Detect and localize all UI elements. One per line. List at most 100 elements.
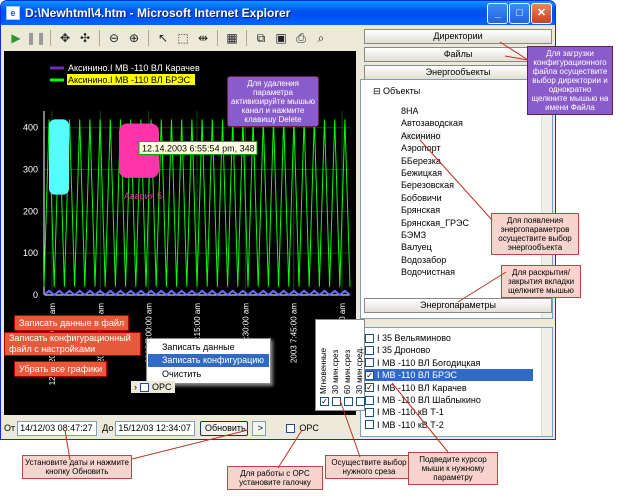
title-bar[interactable]: e D:\Newhtml\4.htm - Microsoft Internet …	[1, 1, 555, 25]
slice-label: 30 мин.сред.	[355, 346, 364, 394]
tree-item[interactable]: Березовская	[401, 180, 454, 190]
param-label: I МВ -110 кВ Т-1	[377, 407, 444, 418]
tree-item[interactable]: Автозаводская	[401, 118, 463, 128]
files-tab[interactable]: Файлы	[364, 47, 552, 62]
minimize-button[interactable]: _	[487, 3, 508, 24]
slice-label: 30 мин.срез	[331, 349, 340, 394]
params-list: I 35 Вельяминово I 35 Дроново I МВ -110 ВЛ…	[360, 327, 553, 437]
opc-checkbox[interactable]	[286, 423, 296, 433]
param-checkbox[interactable]: ✓	[365, 383, 374, 393]
split-icon[interactable]: ⇹	[195, 30, 211, 46]
param-label: I 35 Дроново	[377, 345, 431, 356]
zoom-out-icon[interactable]: ⊖	[106, 30, 122, 46]
tree-item[interactable]: Аэропорт	[401, 143, 441, 153]
next-button[interactable]: >	[252, 420, 267, 436]
param-checkbox[interactable]	[365, 358, 374, 368]
toolbar-separator	[99, 30, 100, 46]
y-tick-label: 400	[23, 123, 38, 133]
play-icon[interactable]: ▶	[8, 30, 24, 46]
move-icon[interactable]: ✥	[57, 30, 73, 46]
slice-option[interactable]: Мгновенные ✓	[319, 322, 330, 410]
param-checkbox[interactable]	[365, 333, 374, 343]
tree-item[interactable]: Брянская_ГРЭС	[401, 218, 469, 228]
pause-icon[interactable]: ❚❚	[26, 30, 46, 46]
param-row[interactable]: ✓ I МВ -110 ВЛ Карачев	[365, 382, 533, 394]
y-tick-label: 300	[23, 165, 38, 175]
opc-float-checkbox[interactable]	[140, 382, 149, 392]
from-label: От	[4, 423, 16, 433]
y-tick-label: 0	[33, 290, 38, 300]
toolbar-separator	[50, 30, 51, 46]
param-row[interactable]: ✓ I МВ -110 ВЛ БРЭС	[365, 369, 533, 382]
select-rect-icon[interactable]: ⬚	[175, 30, 191, 46]
bottom-bar: От 14/12/03 08:47:27 До 15/12/03 12:34:0…	[2, 417, 358, 439]
slice-checkbox[interactable]	[332, 397, 341, 406]
maximize-button[interactable]: □	[509, 3, 530, 24]
tree-root[interactable]: ⊟ Объекты	[373, 86, 420, 97]
pointer-icon[interactable]: ↖	[155, 30, 171, 46]
menu-item-save-data[interactable]: Записать данные	[148, 341, 269, 354]
param-row[interactable]: I МВ -110 ВЛ Шаблыкино	[365, 394, 533, 406]
slice-checkbox[interactable]: ✓	[320, 397, 329, 406]
x-tick-label: 2003 7:45:00 am	[290, 303, 299, 363]
tree-item[interactable]: Водозабор	[401, 255, 446, 265]
chart-toolbar: ▶ ❚❚ ✥ ✣ ⊖ ⊕ ↖ ⬚ ⇹ ▦ ⧉ ▣ ⎙ ⌕	[2, 26, 354, 50]
directories-tab[interactable]: Директории	[364, 29, 552, 44]
collapse-icon[interactable]: ⊟	[373, 86, 383, 96]
print-icon[interactable]: ⎙	[293, 30, 309, 46]
tree-item[interactable]: Водочистная	[401, 267, 455, 277]
callout-tabs: Для раскрытия/закрытия вкладки щелкните …	[501, 265, 581, 298]
slice-checkbox[interactable]	[356, 397, 365, 406]
param-checkbox[interactable]	[365, 420, 374, 430]
copy-icon[interactable]: ⧉	[253, 30, 269, 46]
param-row[interactable]: I 35 Дроново	[365, 344, 533, 356]
menu-item-clear[interactable]: Очистить	[148, 368, 269, 381]
tree-item[interactable]: Бобовичи	[401, 193, 442, 203]
param-row[interactable]: I 35 Вельяминово	[365, 332, 533, 344]
energy-objects-tab[interactable]: Энергообъекты	[364, 65, 552, 80]
callout-slice: Осуществите выбор нужного среза	[325, 455, 413, 479]
param-label: I МВ -110 кВ Т-2	[377, 419, 444, 430]
param-label: I МВ -110 ВЛ Карачев	[377, 382, 467, 393]
param-row[interactable]: I МВ -110 кВ Т-1	[365, 406, 533, 418]
param-checkbox[interactable]	[365, 407, 374, 417]
ie-icon: e	[6, 6, 20, 20]
param-checkbox[interactable]	[365, 395, 374, 405]
properties-icon[interactable]: ▦	[224, 30, 240, 46]
close-button[interactable]: ✕	[531, 3, 552, 24]
param-row[interactable]: I МВ -110 кВ Т-2	[365, 419, 533, 431]
param-checkbox[interactable]	[365, 345, 374, 355]
tree-item[interactable]: Аксинино	[401, 130, 441, 141]
param-row[interactable]: I МВ -110 ВЛ Богодицкая	[365, 357, 533, 369]
callout-dates: Установите даты и нажмите кнопку Обновит…	[22, 455, 132, 479]
legend-label: Аксинино.I МВ -110 ВЛ Карачев	[68, 63, 200, 73]
tree-item[interactable]: БЭМЗ	[401, 230, 426, 240]
toolbar-separator	[217, 30, 218, 46]
tree-item[interactable]: 8НА	[401, 106, 419, 116]
param-label: I МВ -110 ВЛ Шаблыкино	[377, 395, 481, 405]
save-icon[interactable]: ▣	[273, 30, 289, 46]
slice-checkbox[interactable]	[344, 397, 353, 406]
crosshair-icon[interactable]: ✣	[77, 30, 93, 46]
to-date-input[interactable]: 15/12/03 12:34:07	[115, 420, 196, 436]
tree-item[interactable]: Валуец	[401, 242, 432, 252]
slice-option[interactable]: 30 мин.сред.	[355, 322, 366, 410]
zoom-in-icon[interactable]: ⊕	[126, 30, 142, 46]
from-date-input[interactable]: 14/12/03 08:47:27	[17, 420, 98, 436]
energy-params-tab[interactable]: Энергопараметры	[364, 298, 552, 313]
menu-item-save-config[interactable]: Записать конфигурацию	[148, 354, 269, 367]
toolbar-separator	[246, 30, 247, 46]
window-title: D:\Newhtml\4.htm - Microsoft Internet Ex…	[25, 6, 291, 20]
scroll-arrow-icon[interactable]: ›	[134, 382, 137, 392]
slice-option[interactable]: 60 мин.срез	[343, 322, 354, 410]
refresh-button[interactable]: Обновить	[200, 420, 249, 436]
param-checkbox[interactable]: ✓	[365, 370, 374, 380]
tree-item[interactable]: Бежицкая	[401, 168, 442, 178]
params-scrollbar[interactable]	[541, 328, 552, 436]
tree-item[interactable]: Брянская	[401, 205, 440, 215]
param-label: I МВ -110 ВЛ Богодицкая	[377, 357, 481, 368]
slice-option[interactable]: 30 мин.срез	[331, 322, 342, 410]
print-preview-icon[interactable]: ⌕	[313, 30, 329, 46]
tree-item[interactable]: ББерезка	[401, 156, 441, 166]
fault-blob-cyan	[49, 119, 69, 195]
